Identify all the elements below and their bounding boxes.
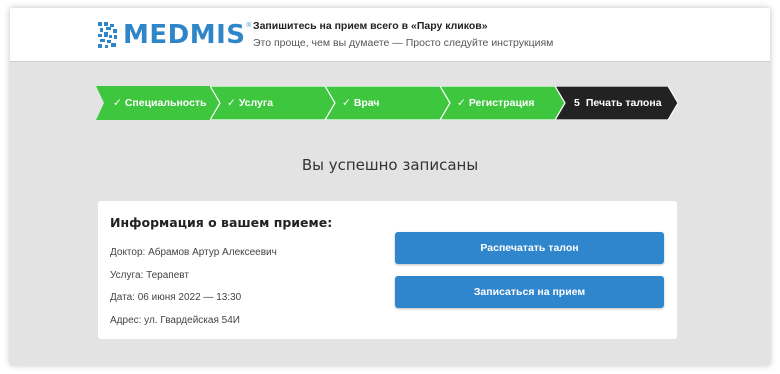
- book-appointment-button[interactable]: Записаться на прием: [395, 276, 664, 308]
- medmis-logo[interactable]: MEDMIS ®: [98, 21, 251, 49]
- logo-text: MEDMIS: [123, 20, 246, 50]
- appointment-info-card: Информация о вашем приеме: Доктор: Абрам…: [98, 201, 677, 339]
- card-title: Информация о вашем приеме:: [110, 215, 333, 230]
- check-icon: ✓: [342, 97, 351, 109]
- check-icon: ✓: [227, 97, 236, 109]
- step-speciality[interactable]: ✓ Специальность: [96, 86, 220, 120]
- step-doctor[interactable]: ✓ Врач: [325, 86, 450, 120]
- header-tagline: Запишитесь на прием всего в «Пару кликов…: [253, 19, 553, 51]
- header-title: Запишитесь на прием всего в «Пару кликов…: [253, 20, 488, 32]
- info-doctor: Доктор: Абрамов Артур Алексеевич: [110, 247, 277, 258]
- step-service[interactable]: ✓ Услуга: [210, 86, 335, 120]
- step-registration[interactable]: ✓ Регистрация: [440, 86, 565, 120]
- step-label: Услуга: [238, 97, 274, 109]
- info-date: Дата: 06 июня 2022 — 13:30: [110, 292, 242, 303]
- info-address: Адрес: ул. Гвардейская 54И: [110, 315, 240, 326]
- step-number: 5: [574, 97, 580, 109]
- booking-steps: ✓ Специальность ✓ Услуга ✓ Врач ✓ Регист…: [96, 86, 678, 120]
- check-icon: ✓: [113, 97, 122, 109]
- success-title: Вы успешно записаны: [301, 156, 479, 174]
- step-label: Регистрация: [468, 97, 535, 109]
- step-label: Специальность: [124, 97, 207, 109]
- site-header: MEDMIS ® Запишитесь на прием всего в «Па…: [10, 8, 770, 62]
- step-label: Врач: [353, 97, 380, 109]
- logo-pattern-icon: [98, 22, 117, 48]
- step-label: Печать талона: [585, 97, 662, 109]
- step-print-ticket[interactable]: 5 Печать талона: [555, 86, 678, 120]
- check-icon: ✓: [457, 97, 466, 109]
- app-window: MEDMIS ® Запишитесь на прием всего в «Па…: [10, 8, 770, 365]
- header-subtitle: Это проще, чем вы думаете — Просто следу…: [253, 37, 554, 49]
- registered-mark: ®: [246, 23, 251, 29]
- info-service: Услуга: Терапевт: [110, 270, 189, 281]
- print-ticket-button[interactable]: Распечатать талон: [395, 232, 664, 264]
